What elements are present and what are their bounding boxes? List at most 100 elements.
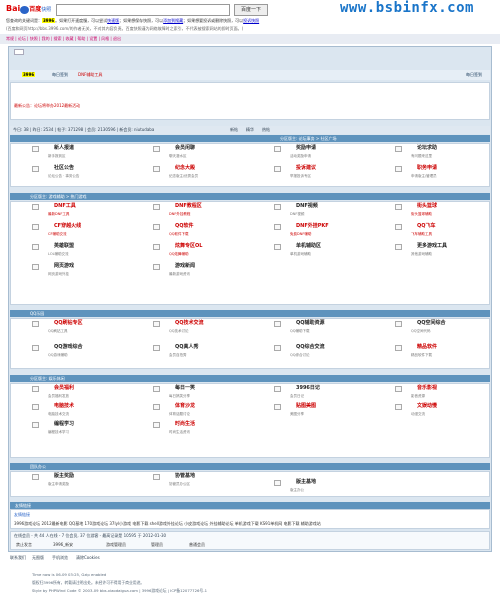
section-title: 分区版主: 论坛事务 > 社区广场: [280, 135, 337, 141]
forum-name-link[interactable]: 会员福利: [54, 386, 74, 391]
forum-name-link[interactable]: QQ辅助资源: [296, 321, 325, 326]
forum-name-link[interactable]: 时尚生活: [175, 422, 195, 427]
forum-name-link[interactable]: DNF视频: [296, 204, 318, 209]
forum-name-link[interactable]: 社区公告: [54, 166, 74, 171]
forum-name-link[interactable]: 文娱动慢: [417, 404, 437, 409]
forum-name-link[interactable]: 会员闲聊: [175, 146, 195, 151]
cache-notice-line2: (百度和网页http://bbs.3996.com/的作者无关，不对其内容负责。…: [6, 26, 244, 31]
notice-text: ；如果想保存快照，可以: [119, 18, 164, 23]
stats-link-digest[interactable]: 精华: [246, 128, 254, 132]
forum-name-link[interactable]: 英雄联盟: [54, 244, 74, 249]
forum-name-link[interactable]: 编程学习: [54, 422, 74, 427]
forum-name-link[interactable]: 网页游戏: [54, 264, 74, 269]
forum-name-link[interactable]: DNF外挂PKF: [296, 224, 329, 229]
forum-name-link[interactable]: QQ真人秀: [175, 345, 199, 350]
section-header-team[interactable]: 团队办公: [10, 463, 490, 470]
forum-icon: [32, 204, 39, 210]
forum-name-link[interactable]: 版主基地: [296, 480, 316, 485]
forum-name-link[interactable]: 体育沙龙: [175, 404, 195, 409]
section-header-games[interactable]: 分区版主: 游戏辅助 > 热门游戏: [10, 193, 490, 200]
forum-name-link[interactable]: 新人报道: [54, 146, 74, 151]
forum-icon: [32, 166, 39, 172]
online-group-normal[interactable]: 普通会员: [189, 543, 205, 547]
nav-more[interactable]: 每日签到: [466, 73, 482, 77]
forum-name-link[interactable]: 单机辅助区: [296, 244, 321, 249]
online-group-banned[interactable]: 禁止发言: [16, 543, 32, 547]
forum-name-link[interactable]: 每日一笑: [175, 386, 195, 391]
forum-icon: [153, 404, 160, 410]
forum-name-link[interactable]: QQ软件: [175, 224, 194, 229]
forum-icon: [32, 146, 39, 152]
home-icon[interactable]: [14, 49, 24, 55]
online-group-admin[interactable]: 管理员: [151, 543, 163, 547]
forum-description: 会员福利发放: [48, 394, 69, 398]
forum-icon: [395, 321, 402, 327]
forum-name-link[interactable]: QQ综合交流: [296, 345, 325, 350]
nav-checkin[interactable]: 每日签到: [52, 73, 68, 77]
announcement-text[interactable]: 最新公告：论坛将举办2012最新活动: [14, 104, 80, 108]
section-header-qq[interactable]: QQ乐园: [10, 310, 490, 317]
bottom-link-contact[interactable]: 联系我们: [10, 556, 26, 560]
forum-description: 纪念版主/优秀会员: [169, 174, 199, 178]
forum-icon: [153, 474, 160, 480]
save-snapshot-link[interactable]: 添加到搜藏: [163, 18, 183, 23]
watermark: www.bsbinfx.com: [340, 0, 474, 16]
nav-dnf-tool[interactable]: DNF辅助工具: [78, 73, 102, 77]
forum-icon: [395, 386, 402, 392]
search-input[interactable]: [56, 4, 230, 16]
forum-description: 申请版主/管理员: [411, 174, 437, 178]
forum-description: QQ软件下载: [169, 232, 189, 236]
forum-name-link[interactable]: 音乐影视: [417, 386, 437, 391]
bottom-link-lite[interactable]: 无图版: [32, 556, 44, 560]
forum-name-link[interactable]: 精品软件: [417, 345, 437, 350]
friend-links[interactable]: 3996游戏论坛 2012最新电影 QQ基地 170游戏论坛 37lyl小游戏 …: [14, 522, 321, 526]
forum-name-link[interactable]: 电脑技术: [54, 404, 74, 409]
forum-name-link[interactable]: 3996日记: [296, 386, 320, 391]
footer-line1: Time now is 06-09 03:25, Gzip enabled: [32, 572, 107, 577]
forum-name-link[interactable]: QQ刷钻专区: [54, 321, 83, 326]
forum-description: 协管员办公区: [169, 482, 190, 486]
forum-icon: [274, 345, 281, 351]
forum-icon: [395, 224, 402, 230]
forum-name-link[interactable]: 炫舞专区OL: [175, 244, 202, 249]
forum-name-link[interactable]: 投诉建议: [296, 166, 316, 171]
section-header-community[interactable]: 分区版主: 论坛事务 > 社区广场: [10, 135, 490, 142]
forum-name-link[interactable]: 贴图美图: [296, 404, 316, 409]
forum-name-link[interactable]: 奖励申请: [296, 146, 316, 151]
baidu-logo[interactable]: Bai 百度快照: [6, 5, 51, 14]
forum-icon: [153, 224, 160, 230]
top-nav-links[interactable]: 常规 | 论坛 | 快照 | 我的 | 搜索 | 收藏 | 帮助 | 设置 | …: [6, 37, 121, 41]
section-header-entertainment[interactable]: 分区版主: 娱乐休闲: [10, 375, 490, 382]
forum-icon: [274, 204, 281, 210]
forum-name-link[interactable]: QQ飞车: [417, 224, 436, 229]
forum-name-link[interactable]: 游戏新闻: [175, 264, 195, 269]
section-title: 团队办公: [30, 463, 46, 469]
search-button[interactable]: 百度一下: [234, 4, 268, 16]
forum-name-link[interactable]: 版主奖励: [54, 474, 74, 479]
forum-name-link[interactable]: 更多游戏工具: [417, 244, 447, 249]
forum-description: 聊天灌水区: [169, 154, 187, 158]
forum-name-link[interactable]: DNF工具: [54, 204, 76, 209]
baidu-cache-header: Bai 百度快照 百度一下 www.bsbinfx.com 您查询的关键词是：39…: [0, 0, 500, 34]
forum-description: 体育话题讨论: [169, 412, 190, 416]
online-group-gamemod[interactable]: 游戏管理员: [106, 543, 126, 547]
forum-name-link[interactable]: QQ技术交流: [175, 321, 204, 326]
bottom-link-mobile[interactable]: 手机浏览: [52, 556, 68, 560]
forum-name-link[interactable]: CF穿越火线: [54, 224, 81, 229]
forum-name-link[interactable]: DNF教程区: [175, 204, 202, 209]
forum-description: 举报投诉专区: [290, 174, 311, 178]
forum-name-link[interactable]: 街头篮球: [417, 204, 437, 209]
stats-link-new[interactable]: 新帖: [230, 128, 238, 132]
forum-name-link[interactable]: QQ空间综合: [417, 321, 446, 326]
bottom-link-cookies[interactable]: 清除Cookies: [76, 556, 100, 560]
forum-name-link[interactable]: 纪念大殿: [175, 166, 195, 171]
forum-name-link[interactable]: 论坛求助: [417, 146, 437, 151]
online-group-member[interactable]: 3996_新安: [53, 543, 73, 547]
report-snapshot-link[interactable]: 投诉快照: [243, 18, 259, 23]
forum-name-link[interactable]: 职务申请: [417, 166, 437, 171]
forum-name-link[interactable]: 协管基地: [175, 474, 195, 479]
stats-link-hot[interactable]: 热帖: [262, 128, 270, 132]
site-logo[interactable]: 3996: [22, 72, 36, 77]
forum-name-link[interactable]: QQ游戏综合: [54, 345, 83, 350]
fast-version-link[interactable]: 快速版: [107, 18, 119, 23]
